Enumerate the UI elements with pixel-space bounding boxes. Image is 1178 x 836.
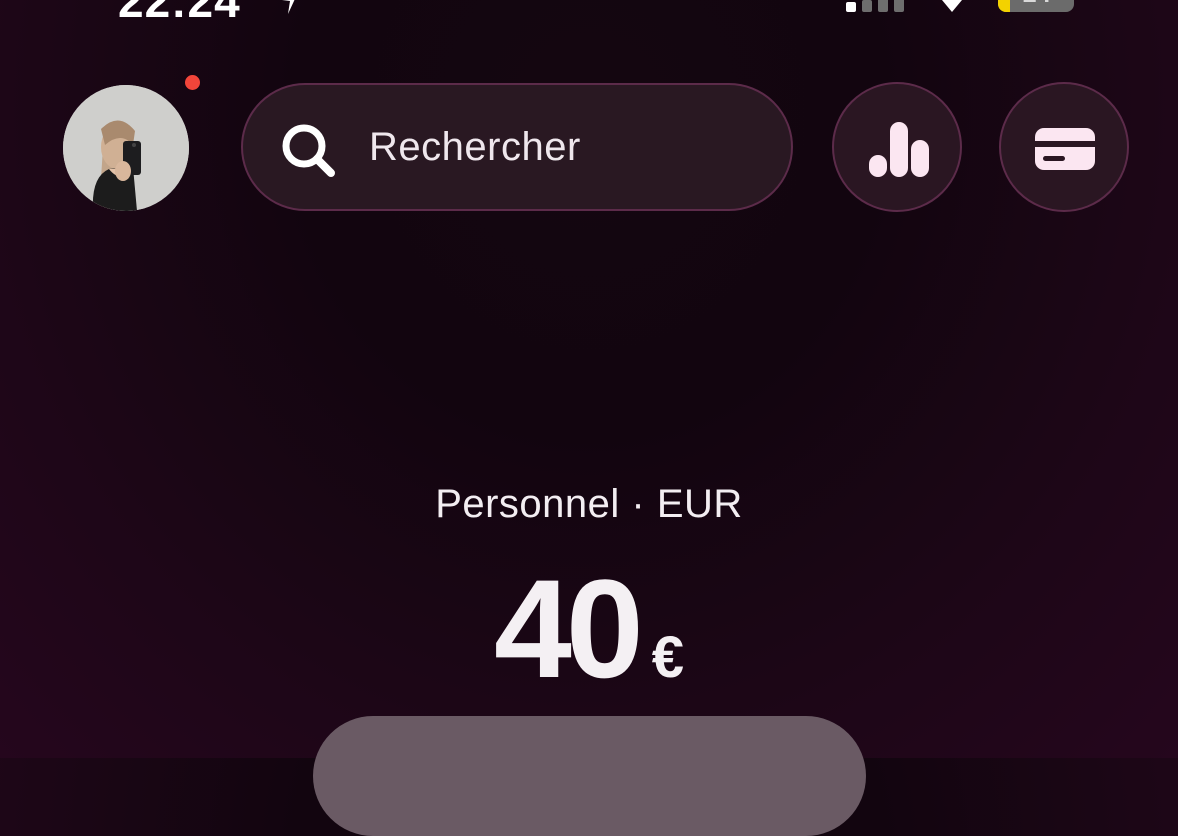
balance-currency: € [651, 625, 684, 690]
cards-button[interactable] [999, 82, 1129, 212]
accounts-button[interactable] [313, 716, 866, 836]
avatar[interactable] [63, 85, 189, 211]
search-icon [282, 124, 335, 177]
balance-amount: 40 [494, 550, 644, 707]
credit-card-icon [1035, 128, 1095, 170]
balance-display: 40 € [0, 548, 1178, 710]
profile-photo [63, 85, 189, 211]
battery-percentage: 14 [1022, 0, 1051, 9]
status-bar: 22:24 14 [0, 0, 1178, 27]
bar-chart-icon [869, 122, 929, 177]
wifi-icon [942, 0, 962, 12]
battery-indicator: 14 [998, 0, 1074, 12]
analytics-button[interactable] [832, 82, 962, 212]
account-label[interactable]: Personnel · EUR [0, 482, 1178, 527]
notification-dot [185, 75, 200, 90]
status-time: 22:24 [118, 0, 241, 27]
search-placeholder: Rechercher [369, 125, 581, 169]
cellular-signal-icon [846, 0, 906, 12]
location-arrow-icon [282, 0, 295, 14]
battery-level [998, 0, 1010, 12]
search-bar[interactable]: Rechercher [241, 83, 793, 211]
